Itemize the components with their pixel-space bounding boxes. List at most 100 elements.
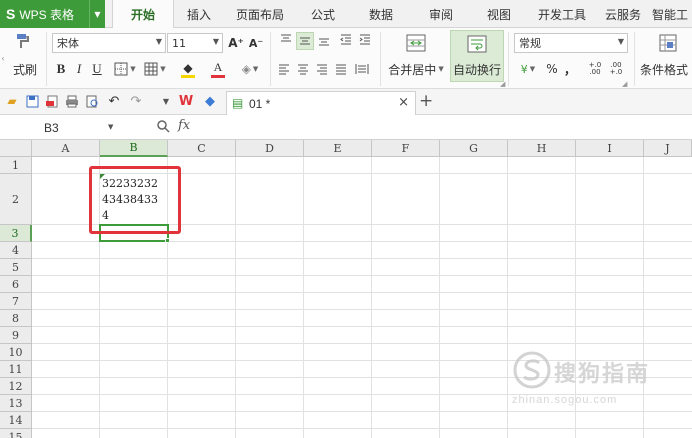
- bold-button[interactable]: B: [54, 60, 68, 78]
- tab-view[interactable]: 视图: [476, 0, 522, 28]
- format-painter-icon[interactable]: [12, 30, 34, 52]
- conditional-format-button[interactable]: 条件格式: [640, 60, 692, 78]
- chevron-down-icon[interactable]: ▼: [108, 123, 113, 131]
- app-menu-button[interactable]: S WPS 表格 ▼: [0, 0, 105, 28]
- print-preview-icon[interactable]: [84, 93, 100, 109]
- underline-button[interactable]: U: [90, 60, 104, 78]
- distributed-icon[interactable]: [352, 61, 372, 77]
- clear-format-button[interactable]: ◈ ▼: [236, 60, 264, 78]
- redo-icon[interactable]: ↷: [128, 93, 144, 109]
- font-size-select[interactable]: 11 ▼: [167, 33, 223, 53]
- cube-icon[interactable]: ◆: [202, 93, 218, 109]
- select-all-corner[interactable]: [0, 140, 32, 157]
- borders-button[interactable]: ▼: [112, 60, 138, 78]
- align-bottom-icon[interactable]: [316, 32, 332, 48]
- close-icon[interactable]: ×: [398, 95, 409, 110]
- comma-button[interactable]: ，: [563, 60, 577, 78]
- align-top-icon[interactable]: [278, 32, 294, 48]
- row-header[interactable]: 7: [0, 293, 32, 310]
- row-header[interactable]: 6: [0, 276, 32, 293]
- align-center-icon[interactable]: [295, 61, 311, 77]
- name-box[interactable]: B3: [0, 117, 118, 138]
- row-header[interactable]: 14: [0, 412, 32, 429]
- merge-center-button[interactable]: 合并居中 ▼: [386, 60, 446, 78]
- column-header[interactable]: H: [508, 140, 576, 157]
- row-header[interactable]: 12: [0, 378, 32, 395]
- fill-handle[interactable]: [165, 238, 170, 243]
- tab-smart-tools[interactable]: 智能工: [652, 0, 692, 28]
- dialog-launcher-icon[interactable]: ◢: [622, 80, 627, 88]
- italic-button[interactable]: I: [72, 60, 86, 78]
- row-header[interactable]: 8: [0, 310, 32, 327]
- gridline: [303, 157, 304, 438]
- ribbon-scroll-left-icon[interactable]: ‹: [0, 30, 6, 86]
- percent-button[interactable]: %: [545, 60, 559, 78]
- increase-decimal-button[interactable]: +.0 .00: [586, 60, 604, 78]
- format-painter-button[interactable]: 式刷: [10, 60, 40, 78]
- tab-insert[interactable]: 插入: [176, 0, 222, 28]
- fill-color-button[interactable]: ◆: [174, 58, 202, 80]
- row-header-selected[interactable]: 3: [0, 225, 32, 242]
- row-header[interactable]: 13: [0, 395, 32, 412]
- grow-font-button[interactable]: A⁺: [228, 33, 244, 53]
- decrease-indent-icon[interactable]: [338, 32, 354, 48]
- row-header[interactable]: 5: [0, 259, 32, 276]
- formula-input[interactable]: [212, 118, 690, 137]
- tab-data[interactable]: 数据: [358, 0, 404, 28]
- justify-icon[interactable]: [333, 61, 349, 77]
- row-header[interactable]: 1: [0, 157, 32, 174]
- column-header[interactable]: C: [168, 140, 236, 157]
- tab-review[interactable]: 审阅: [418, 0, 464, 28]
- merge-center-icon[interactable]: [404, 32, 428, 54]
- export-pdf-icon[interactable]: [44, 93, 60, 109]
- tab-home[interactable]: 开始: [112, 0, 174, 29]
- customize-toolbar-icon[interactable]: ▼: [158, 93, 174, 109]
- row-header[interactable]: 9: [0, 327, 32, 344]
- function-icon[interactable]: fx: [178, 118, 190, 133]
- increase-indent-icon[interactable]: [357, 32, 373, 48]
- row-header[interactable]: 10: [0, 344, 32, 361]
- save-icon[interactable]: [24, 93, 40, 109]
- zoom-icon[interactable]: [156, 119, 170, 136]
- column-header[interactable]: E: [304, 140, 372, 157]
- column-header[interactable]: J: [644, 140, 692, 157]
- tab-formulas[interactable]: 公式: [300, 0, 346, 28]
- column-header[interactable]: D: [236, 140, 304, 157]
- column-header[interactable]: I: [576, 140, 644, 157]
- tab-page-layout[interactable]: 页面布局: [228, 0, 292, 28]
- ribbon-home: ‹ 式刷 宋体 ▼ 11 ▼ A⁺ A⁻ B I U ▼ ▼ ◆ A ◈ ▼ 合…: [0, 28, 692, 89]
- document-tab[interactable]: ▤ 01 * ×: [226, 91, 416, 115]
- number-format-value: 常规: [519, 37, 541, 50]
- new-tab-button[interactable]: +: [419, 91, 433, 111]
- print-icon[interactable]: [64, 93, 80, 109]
- open-folder-icon[interactable]: ▰: [4, 93, 20, 109]
- row-header[interactable]: 4: [0, 242, 32, 259]
- cell-style-button[interactable]: ▼: [142, 60, 168, 78]
- align-right-icon[interactable]: [314, 61, 330, 77]
- spreadsheet-grid[interactable]: A B C D E F G H I J 1 2 3 4 5 6 7 8 9 10…: [0, 140, 692, 438]
- font-name-select[interactable]: 宋体 ▼: [52, 33, 166, 53]
- column-header[interactable]: A: [32, 140, 100, 157]
- annotation-highlight-box: [89, 166, 181, 234]
- align-middle-icon[interactable]: [296, 32, 314, 50]
- tab-cloud[interactable]: 云服务: [598, 0, 648, 28]
- wps-w-logo-icon[interactable]: W: [178, 93, 194, 109]
- column-header-selected[interactable]: B: [100, 140, 168, 157]
- row-header[interactable]: 11: [0, 361, 32, 378]
- wrap-text-button[interactable]: 自动换行: [450, 30, 504, 82]
- tab-developer[interactable]: 开发工具: [530, 0, 594, 28]
- align-left-icon[interactable]: [276, 61, 292, 77]
- decrease-decimal-button[interactable]: .00 +.0: [607, 60, 625, 78]
- font-color-button[interactable]: A: [204, 58, 232, 80]
- number-format-select[interactable]: 常规 ▼: [514, 33, 628, 53]
- dialog-launcher-icon[interactable]: ◢: [500, 80, 505, 88]
- shrink-font-button[interactable]: A⁻: [248, 33, 264, 53]
- column-header[interactable]: F: [372, 140, 440, 157]
- chevron-down-icon[interactable]: ▼: [89, 0, 105, 28]
- row-header[interactable]: 15: [0, 429, 32, 438]
- currency-button[interactable]: ¥ ▼: [514, 60, 542, 78]
- column-header[interactable]: G: [440, 140, 508, 157]
- conditional-format-icon[interactable]: [656, 32, 680, 54]
- undo-icon[interactable]: ↶: [106, 93, 122, 109]
- row-header[interactable]: 2: [0, 174, 32, 225]
